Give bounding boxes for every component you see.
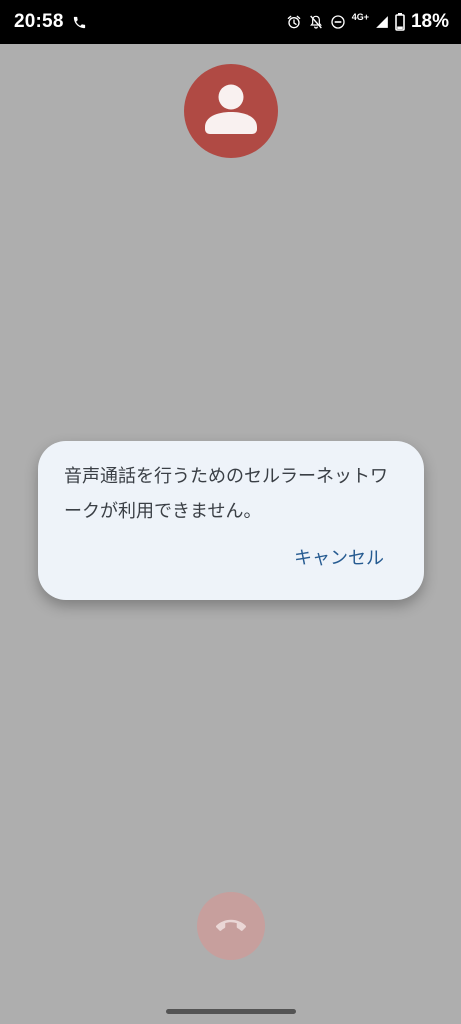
- contact-avatar: [184, 64, 278, 158]
- status-time: 20:58: [14, 11, 64, 32]
- do-not-disturb-icon: [330, 14, 346, 30]
- status-bar: 20:58 4G+ 18%: [0, 0, 461, 44]
- battery-icon: [395, 13, 405, 31]
- battery-percent: 18%: [410, 11, 449, 32]
- status-left: 20:58: [14, 11, 87, 33]
- network-type-label: 4G+: [351, 12, 369, 22]
- end-call-button[interactable]: [197, 892, 265, 960]
- cancel-button[interactable]: キャンセル: [294, 544, 384, 570]
- network-unavailable-dialog: 音声通話を行うためのセルラーネットワークが利用できません。 キャンセル: [38, 441, 424, 600]
- status-right: 4G+ 18%: [286, 11, 449, 33]
- alarm-icon: [286, 14, 302, 30]
- person-icon: [205, 84, 257, 134]
- dialog-message: 音声通話を行うためのセルラーネットワークが利用できません。: [64, 466, 388, 522]
- notifications-off-icon: [308, 14, 324, 30]
- navigation-gesture-handle[interactable]: [166, 1009, 296, 1014]
- phone-call-icon: [72, 15, 87, 30]
- call-end-icon: [216, 919, 246, 931]
- signal-icon: [375, 15, 389, 29]
